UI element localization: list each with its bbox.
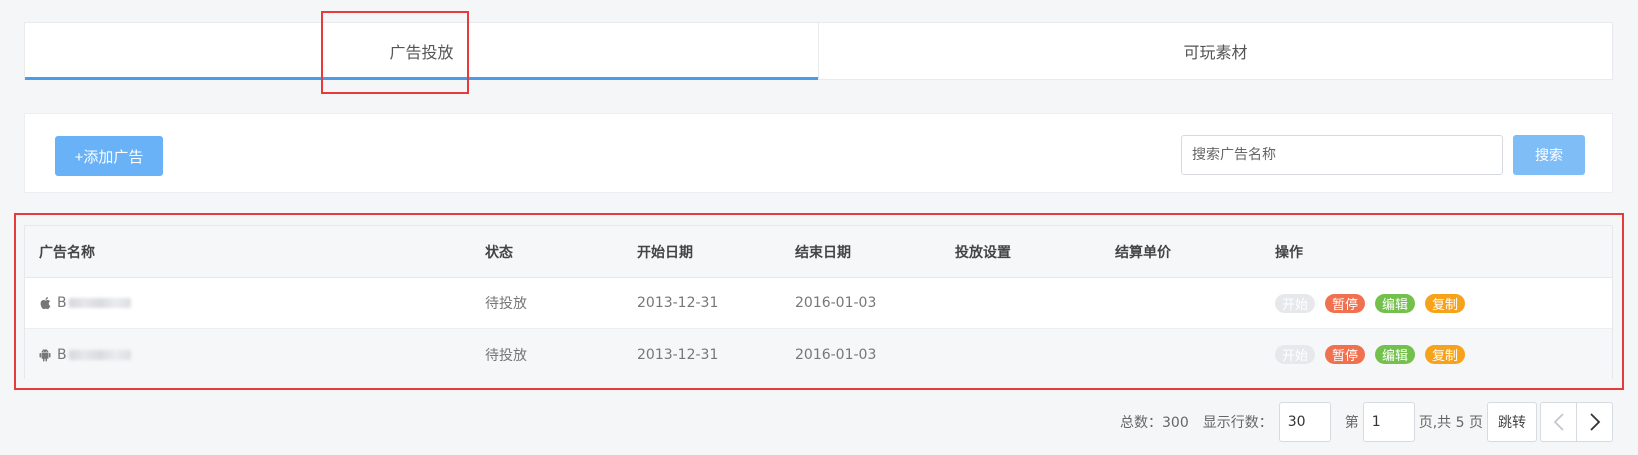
prev-page-button[interactable] [1541, 403, 1576, 441]
copy-button[interactable]: 复制 [1425, 293, 1466, 313]
status-cell: 待投放 [485, 347, 527, 364]
operations-cell: 开始 暂停 编辑 复制 [1275, 278, 1475, 328]
jump-button[interactable]: 跳转 [1487, 402, 1537, 442]
ad-table: 广告名称 状态 开始日期 结束日期 投放设置 结算单价 操作 B 待投放 201… [24, 225, 1613, 380]
total-count: 总数：300 [1120, 415, 1189, 431]
next-page-button[interactable] [1576, 403, 1612, 441]
start-button[interactable]: 开始 [1275, 345, 1316, 364]
ad-name-initial: B [57, 295, 67, 311]
header-status: 状态 [485, 244, 513, 261]
pagination: 总数：300 显示行数： 第 页,共 5 页 跳转 [1120, 402, 1537, 442]
apple-icon [40, 297, 51, 310]
ad-name-cell[interactable]: B [39, 329, 131, 380]
operations-cell: 开始 暂停 编辑 复制 [1275, 329, 1475, 380]
android-icon [39, 348, 51, 361]
redacted-ad-name [68, 349, 131, 360]
rows-per-page-label: 显示行数： [1202, 415, 1273, 431]
rows-per-page-input[interactable] [1278, 402, 1331, 442]
table-row: B 待投放 2013-12-31 2016-01-03 开始 暂停 编辑 复制 [25, 278, 1612, 329]
redacted-ad-name [68, 298, 131, 308]
ad-management-page: 广告投放 可玩素材 +添加广告 搜索 广告名称 状态 开始日期 结束日期 投放设… [0, 0, 1638, 455]
ad-name-initial: B [57, 346, 67, 363]
header-delivery-setting: 投放设置 [955, 244, 1011, 261]
start-button[interactable]: 开始 [1275, 293, 1316, 313]
tab-bar: 广告投放 可玩素材 [24, 22, 1613, 80]
page-number-input[interactable] [1362, 402, 1415, 442]
end-date-cell: 2016-01-03 [795, 295, 877, 311]
tab-ad-delivery[interactable]: 广告投放 [25, 23, 818, 80]
tab-ad-delivery-label: 广告投放 [389, 43, 454, 62]
status-cell: 待投放 [485, 296, 527, 312]
copy-button[interactable]: 复制 [1425, 345, 1466, 364]
start-date-cell: 2013-12-31 [637, 346, 719, 363]
chevron-left-icon [1553, 413, 1564, 431]
page-prefix: 第 [1344, 415, 1359, 431]
page-nav [1540, 402, 1613, 442]
table-header: 广告名称 状态 开始日期 结束日期 投放设置 结算单价 操作 [25, 226, 1612, 278]
tab-playable-materials[interactable]: 可玩素材 [818, 23, 1612, 79]
edit-button[interactable]: 编辑 [1375, 345, 1416, 364]
pause-button[interactable]: 暂停 [1325, 345, 1366, 364]
header-end-date: 结束日期 [795, 244, 851, 261]
toolbar: +添加广告 搜索 [24, 113, 1613, 193]
chevron-right-icon [1589, 413, 1600, 431]
header-name: 广告名称 [39, 244, 95, 261]
ad-name-cell[interactable]: B [39, 278, 131, 328]
page-total: 页,共 5 页 [1418, 415, 1483, 431]
start-date-cell: 2013-12-31 [637, 295, 719, 311]
tab-playable-materials-label: 可玩素材 [1183, 43, 1248, 62]
search-button[interactable]: 搜索 [1513, 135, 1585, 175]
edit-button[interactable]: 编辑 [1375, 293, 1416, 313]
pause-button[interactable]: 暂停 [1325, 293, 1366, 313]
header-start-date: 开始日期 [637, 244, 693, 261]
header-operations: 操作 [1275, 244, 1303, 261]
end-date-cell: 2016-01-03 [795, 346, 877, 363]
add-ad-button[interactable]: +添加广告 [55, 136, 163, 176]
header-unit-price: 结算单价 [1115, 244, 1171, 261]
table-row: B 待投放 2013-12-31 2016-01-03 开始 暂停 编辑 复制 [25, 329, 1612, 380]
search-input[interactable] [1181, 135, 1503, 175]
